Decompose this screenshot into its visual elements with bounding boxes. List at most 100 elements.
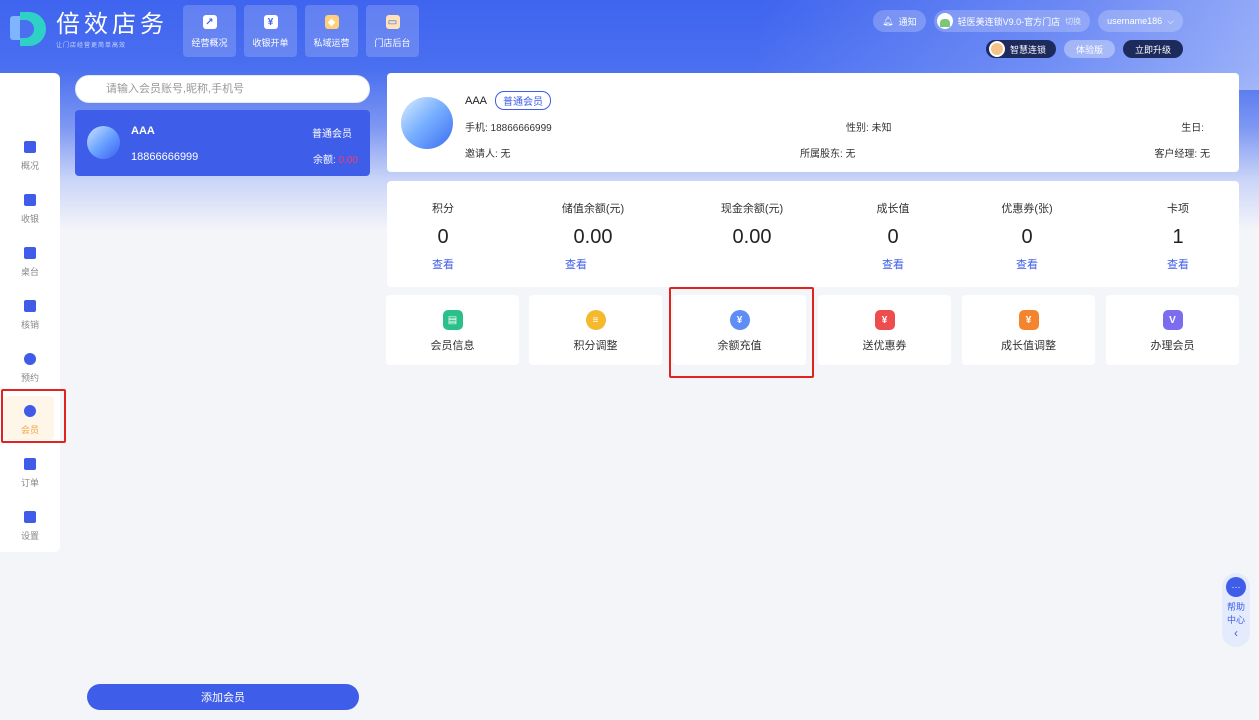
balance-value: 0.00 <box>338 155 358 166</box>
user-menu[interactable]: username186 ⌵ <box>1098 10 1183 32</box>
sidebar-item-settings[interactable]: 设置 <box>0 511 60 542</box>
clock-icon <box>24 353 36 365</box>
bell-icon: 🔔︎ <box>882 15 894 26</box>
topnav-label: 门店后台 <box>374 38 411 48</box>
username: username186 <box>1107 16 1163 26</box>
logo-icon <box>10 10 48 46</box>
member-search[interactable] <box>75 75 370 103</box>
growth-icon: ¥ <box>1018 310 1039 330</box>
member-avatar <box>87 126 120 159</box>
action-member-info[interactable]: ▤ 会员信息 <box>386 295 519 365</box>
member-profile-card: AAA 普通会员 手机: 18866666999 性别: 未知 生日: 邀请人:… <box>387 73 1239 172</box>
switch-link[interactable]: 切换 <box>1065 16 1081 27</box>
member-phone: 18866666999 <box>131 151 199 163</box>
action-label: 送优惠券 <box>862 340 907 352</box>
notify-label: 通知 <box>898 16 917 27</box>
action-label: 成长值调整 <box>1001 340 1056 352</box>
action-label: 办理会员 <box>1150 340 1195 352</box>
stat-label: 成长值 <box>876 203 910 215</box>
topnav-cashier[interactable]: ¥ 收银开单 <box>244 5 297 57</box>
help-center-widget[interactable]: ··· 帮助 中心 ‹ <box>1222 573 1250 647</box>
sidebar-item-label: 核销 <box>20 320 39 330</box>
action-points-adjust[interactable]: ≡ 积分调整 <box>529 295 662 365</box>
sidebar-item-label: 订单 <box>20 478 39 488</box>
stat-value: 0.00 <box>573 226 613 248</box>
action-send-coupon[interactable]: ¥ 送优惠券 <box>818 295 951 365</box>
store-icon: ▭ <box>385 15 400 29</box>
stat-label: 储值余额(元) <box>561 203 625 215</box>
chart-icon <box>24 141 36 153</box>
stat-points: 积分 0 查看 <box>383 200 503 272</box>
topnav-store-backend[interactable]: ▭ 门店后台 <box>366 5 419 57</box>
chevron-left-icon[interactable]: ‹ <box>1222 626 1250 640</box>
member-balance: 余额: 0.00 <box>313 151 358 166</box>
coins-icon: ≡ <box>585 310 606 330</box>
plan-label: 智慧连锁 <box>1009 44 1046 55</box>
member-info-icon: ▤ <box>442 310 463 330</box>
add-member-button[interactable]: 添加会员 <box>87 684 359 710</box>
stat-coupons: 优惠券(张) 0 查看 <box>967 200 1087 272</box>
top-nav: ↗ 经营概况 ¥ 收银开单 ◆ 私域运营 ▭ 门店后台 <box>183 5 419 57</box>
stat-stored-balance: 储值余额(元) 0.00 查看 <box>533 200 653 272</box>
topnav-overview[interactable]: ↗ 经营概况 <box>183 5 236 57</box>
profile-shareholder: 所属股东: 无 <box>800 149 856 160</box>
trial-badge: 体验版 <box>1063 40 1115 58</box>
sidebar-item-orders[interactable]: 订单 <box>0 458 60 489</box>
sidebar-item-label: 设置 <box>20 531 39 541</box>
stat-label: 积分 <box>432 203 454 215</box>
topnav-label: 经营概况 <box>191 38 228 48</box>
gear-icon <box>24 511 36 523</box>
profile-birthday: 生日: <box>1181 123 1204 134</box>
plan-badge[interactable]: 智慧连锁 <box>985 40 1056 58</box>
search-input[interactable] <box>106 83 369 95</box>
brand-logo: 倍效店务 让门店经营更简单高效 <box>10 10 168 49</box>
member-stats-card: 积分 0 查看 储值余额(元) 0.00 查看 现金余额(元) 0.00 成长值… <box>387 181 1239 287</box>
stat-label: 卡项 <box>1167 203 1189 215</box>
action-register-member[interactable]: V 办理会员 <box>1106 295 1239 365</box>
plan-controls: 智慧连锁 体验版 立即升级 <box>985 40 1183 58</box>
sidebar-item-booking[interactable]: 预约 <box>0 353 60 384</box>
sidebar-item-tables[interactable]: 桌台 <box>0 247 60 278</box>
stat-view-link[interactable]: 查看 <box>967 256 1087 272</box>
stat-cards: 卡项 1 查看 <box>1118 200 1238 272</box>
action-label: 积分调整 <box>573 340 618 352</box>
sidebar-item-overview[interactable]: 概况 <box>0 141 60 172</box>
chevron-down-icon: ⌵ <box>1167 15 1174 26</box>
profile-manager: 客户经理: 无 <box>1154 149 1210 160</box>
sidebar-item-verify[interactable]: 核销 <box>0 300 60 331</box>
brand-title: 倍效店务 <box>56 10 168 38</box>
chart-icon: ↗ <box>202 15 217 29</box>
stat-value: 1 <box>1172 226 1184 248</box>
action-growth-adjust[interactable]: ¥ 成长值调整 <box>962 295 1095 365</box>
stat-view-link[interactable]: 查看 <box>833 256 953 272</box>
cashier-icon <box>24 194 36 206</box>
coupon-icon: ¥ <box>874 310 895 330</box>
stat-view-link[interactable]: 查看 <box>383 256 503 272</box>
sidebar-highlight-box <box>1 389 66 443</box>
notify-button[interactable]: 🔔︎ 通知 <box>873 10 926 32</box>
profile-header: AAA 普通会员 <box>465 91 552 110</box>
stat-view-link[interactable]: 查看 <box>1118 256 1238 272</box>
stat-value: 0 <box>1021 226 1033 248</box>
topnav-private-domain[interactable]: ◆ 私域运营 <box>305 5 358 57</box>
verify-icon <box>24 300 36 312</box>
sidebar-item-cashier[interactable]: 收银 <box>0 194 60 225</box>
store-switcher[interactable]: 轻医美连锁V9.0-官方门店 切换 <box>933 10 1091 32</box>
header-controls: 🔔︎ 通知 轻医美连锁V9.0-官方门店 切换 username186 ⌵ <box>873 10 1183 32</box>
store-name: 轻医美连锁V9.0-官方门店 <box>957 16 1061 27</box>
stat-view-link[interactable]: 查看 <box>499 256 653 272</box>
member-name: AAA <box>131 125 155 137</box>
action-label: 会员信息 <box>430 340 475 352</box>
cashier-icon: ¥ <box>263 15 278 29</box>
sidebar-item-label: 概况 <box>20 161 39 171</box>
tables-icon <box>24 247 36 259</box>
store-avatar <box>936 13 953 29</box>
stat-value: 0 <box>887 226 899 248</box>
member-list-item[interactable]: AAA 18866666999 普通会员 余额: 0.00 <box>75 110 370 176</box>
sidebar-item-label: 预约 <box>20 373 39 383</box>
profile-phone: 手机: 18866666999 <box>465 123 552 134</box>
diamond-icon: ◆ <box>324 15 339 29</box>
upgrade-button[interactable]: 立即升级 <box>1122 40 1183 58</box>
help-label-line1: 帮助 <box>1226 602 1245 612</box>
plan-icon <box>988 41 1005 57</box>
